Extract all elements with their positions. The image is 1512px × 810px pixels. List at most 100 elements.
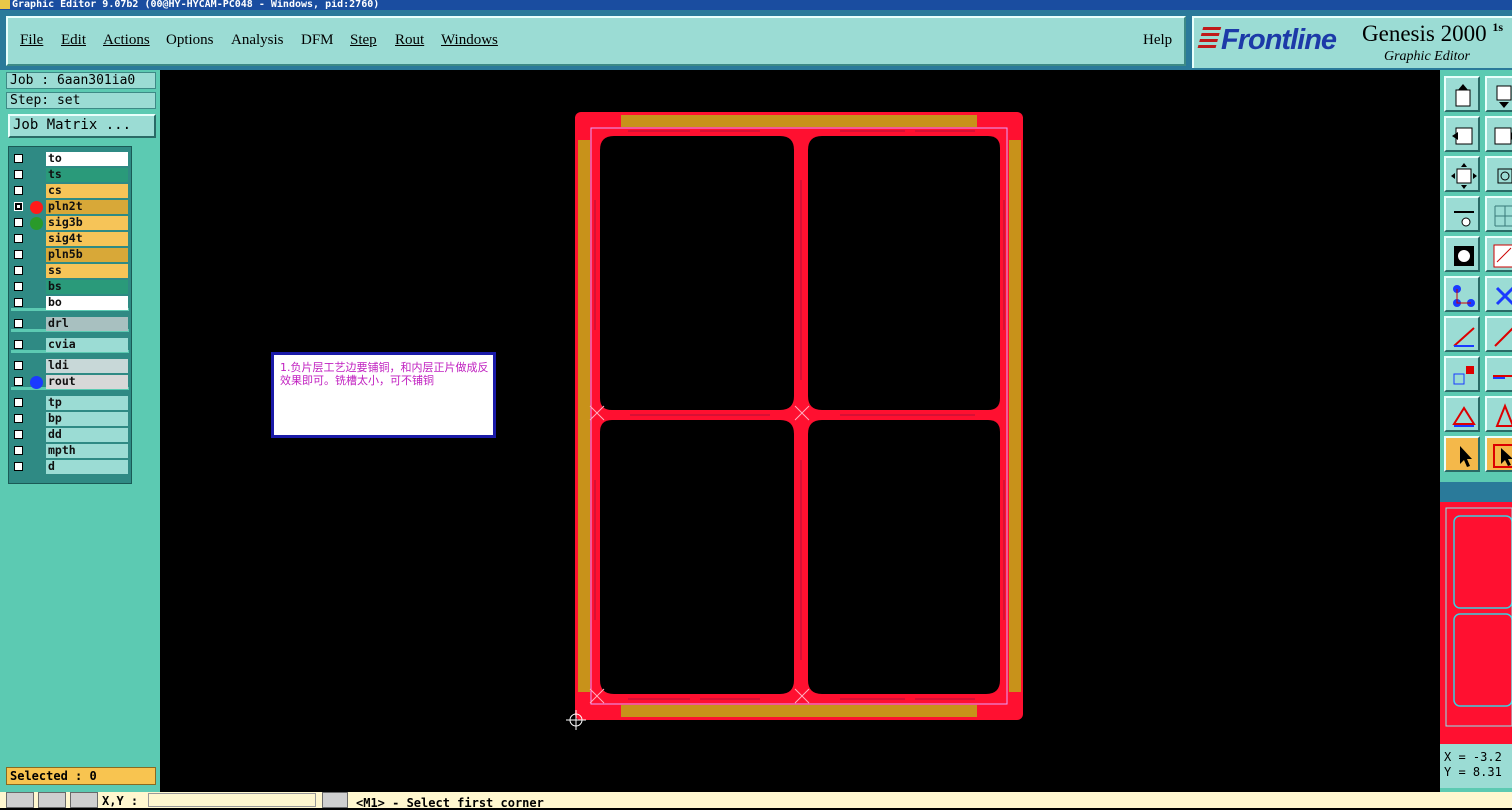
- layer-name[interactable]: cvia: [46, 338, 128, 352]
- layer-checkbox[interactable]: [14, 298, 23, 307]
- layer-down-button[interactable]: [1485, 76, 1512, 112]
- status-tool-2-button[interactable]: [38, 792, 66, 808]
- layer-row-cvia[interactable]: cvia: [11, 338, 129, 353]
- line-button[interactable]: [1444, 316, 1480, 352]
- layer-row-tp[interactable]: tp: [11, 396, 129, 411]
- menu-options[interactable]: Options: [166, 32, 214, 49]
- layer-row-pln2t[interactable]: pln2t: [11, 200, 129, 215]
- layer-checkbox[interactable]: [14, 234, 23, 243]
- xy-input[interactable]: [148, 793, 316, 807]
- menu-rout[interactable]: Rout: [395, 32, 424, 49]
- layer-name[interactable]: ldi: [46, 359, 128, 373]
- layer-name[interactable]: tp: [46, 396, 128, 410]
- layer-name[interactable]: cs: [46, 184, 128, 198]
- layer-name[interactable]: to: [46, 152, 128, 166]
- layer-row-sig4t[interactable]: sig4t: [11, 232, 129, 247]
- layer-row-to[interactable]: to: [11, 152, 129, 167]
- menu-file[interactable]: File: [20, 32, 43, 49]
- layer-name[interactable]: drl: [46, 317, 128, 331]
- features-button[interactable]: [1444, 276, 1480, 312]
- menu-windows[interactable]: Windows: [441, 32, 498, 49]
- layer-name[interactable]: rout: [46, 375, 128, 389]
- layer-checkbox[interactable]: [14, 361, 23, 370]
- layer-row-ss[interactable]: ss: [11, 264, 129, 279]
- panel-right-button[interactable]: [1485, 116, 1512, 152]
- layer-name[interactable]: pln5b: [46, 248, 128, 262]
- layer-checkbox[interactable]: [14, 414, 23, 423]
- select-arrow2-button[interactable]: [1485, 436, 1512, 472]
- layer-up-button[interactable]: [1444, 76, 1480, 112]
- layer-name[interactable]: bp: [46, 412, 128, 426]
- layer-row-drl[interactable]: drl: [11, 317, 129, 332]
- menu-analysis[interactable]: Analysis: [231, 32, 284, 49]
- panel-left-button[interactable]: [1444, 116, 1480, 152]
- layer-checkbox[interactable]: [14, 186, 23, 195]
- layer-checkbox[interactable]: [14, 319, 23, 328]
- snap-button[interactable]: [1444, 236, 1480, 272]
- layer-name[interactable]: bo: [46, 296, 128, 310]
- layer-checkbox[interactable]: [14, 154, 23, 163]
- layer-checkbox[interactable]: [14, 170, 23, 179]
- select-arrow2-icon: [1493, 444, 1512, 468]
- menu-edit[interactable]: Edit: [61, 32, 86, 49]
- product-subtitle: Graphic Editor: [1384, 49, 1470, 64]
- status-tool-3-button[interactable]: [70, 792, 98, 808]
- layer-name[interactable]: pln2t: [46, 200, 128, 214]
- layer-name[interactable]: sig3b: [46, 216, 128, 230]
- coordinate-readout: X = -3.2 Y = 8.31: [1440, 744, 1512, 788]
- menu-help[interactable]: Help: [1143, 32, 1172, 49]
- layer-row-bo[interactable]: bo: [11, 296, 129, 311]
- layer-checkbox[interactable]: [14, 462, 23, 471]
- layer-checkbox[interactable]: [14, 340, 23, 349]
- line2-button[interactable]: [1485, 316, 1512, 352]
- status-tool-1-button[interactable]: [6, 792, 34, 808]
- graphic-button[interactable]: [1485, 236, 1512, 272]
- overview-preview[interactable]: [1440, 482, 1512, 744]
- layer-row-bp[interactable]: bp: [11, 412, 129, 427]
- measure-button[interactable]: [1444, 196, 1480, 232]
- x-coordinate: X = -3.2: [1444, 750, 1502, 764]
- menu-step[interactable]: Step: [350, 32, 377, 49]
- triangle2-button[interactable]: [1485, 396, 1512, 432]
- grid-button[interactable]: [1485, 196, 1512, 232]
- layer-row-rout[interactable]: rout: [11, 375, 129, 390]
- layer-name[interactable]: mpth: [46, 444, 128, 458]
- layer-name[interactable]: d: [46, 460, 128, 474]
- menu-dfm[interactable]: DFM: [301, 32, 334, 49]
- layer-checkbox[interactable]: [14, 250, 23, 259]
- zoom-fit-button[interactable]: [1444, 156, 1480, 192]
- layer-row-d[interactable]: d: [11, 460, 129, 475]
- layer-row-sig3b[interactable]: sig3b: [11, 216, 129, 231]
- layer-row-dd[interactable]: dd: [11, 428, 129, 443]
- layer-checkbox[interactable]: [14, 377, 23, 386]
- layer-row-cs[interactable]: cs: [11, 184, 129, 199]
- zoom-area-button[interactable]: [1485, 156, 1512, 192]
- layer-checkbox[interactable]: [14, 446, 23, 455]
- layer-name[interactable]: ss: [46, 264, 128, 278]
- layer-color-dot-icon: [30, 201, 43, 214]
- cross-button[interactable]: [1485, 276, 1512, 312]
- menu-actions[interactable]: Actions: [103, 32, 150, 49]
- layer-list: to ts cs pln2t sig3b sig4t pln5b ss bs bo drl cvia l…: [8, 146, 132, 484]
- layer-checkbox[interactable]: [14, 430, 23, 439]
- select-arrow-button[interactable]: [1444, 436, 1480, 472]
- layer-checkbox[interactable]: [14, 218, 23, 227]
- triangle-button[interactable]: [1444, 396, 1480, 432]
- layer-name[interactable]: bs: [46, 280, 128, 294]
- layer-checkbox[interactable]: [14, 282, 23, 291]
- layer-row-ts[interactable]: ts: [11, 168, 129, 183]
- layer-row-ldi[interactable]: ldi: [11, 359, 129, 374]
- layer-row-pln5b[interactable]: pln5b: [11, 248, 129, 263]
- layer-row-mpth[interactable]: mpth: [11, 444, 129, 459]
- layer-row-bs[interactable]: bs: [11, 280, 129, 295]
- layer-checkbox[interactable]: [14, 266, 23, 275]
- pad-button[interactable]: [1444, 356, 1480, 392]
- layer-checkbox[interactable]: [14, 202, 23, 211]
- status-pause-button[interactable]: [322, 792, 348, 808]
- layer-name[interactable]: dd: [46, 428, 128, 442]
- layer-checkbox[interactable]: [14, 398, 23, 407]
- dash-button[interactable]: [1485, 356, 1512, 392]
- layer-name[interactable]: sig4t: [46, 232, 128, 246]
- job-matrix-button[interactable]: Job Matrix ...: [8, 114, 156, 138]
- layer-name[interactable]: ts: [46, 168, 128, 182]
